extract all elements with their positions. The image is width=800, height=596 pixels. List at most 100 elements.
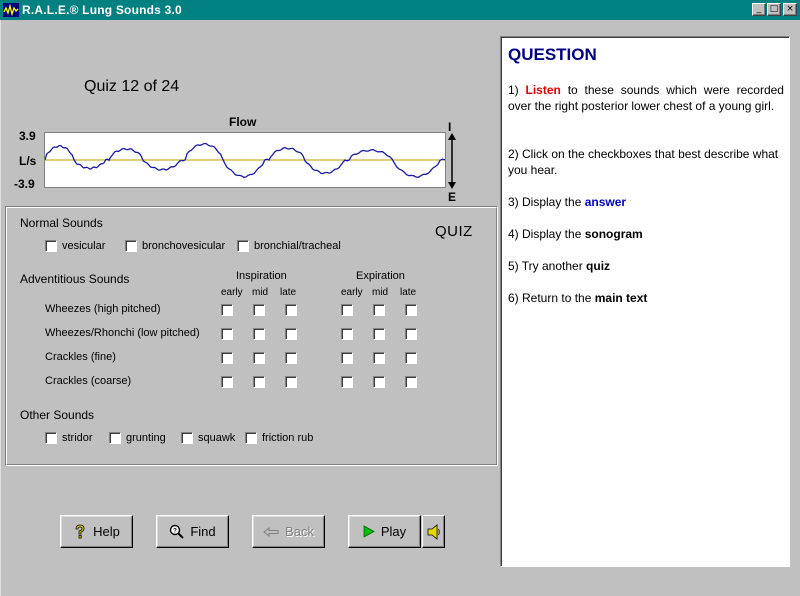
step-text: 4) Display the: [508, 227, 585, 241]
checkbox-wheezes-high-exp-late[interactable]: [405, 304, 417, 316]
svg-text:?: ?: [174, 528, 178, 534]
checkbox-wheezes-high-insp-late[interactable]: [285, 304, 297, 316]
maximize-button[interactable]: □: [767, 3, 781, 16]
checkbox-wheezes-low-exp-early[interactable]: [341, 328, 353, 340]
question-step-4: 4) Display the sonogram: [508, 226, 784, 242]
checkbox-crackles-coarse-exp-early[interactable]: [341, 376, 353, 388]
question-step-6: 6) Return to the main text: [508, 290, 784, 306]
checkbox-wheezes-high-insp-early[interactable]: [221, 304, 233, 316]
row-wheezes-low: Wheezes/Rhonchi (low pitched): [45, 327, 200, 339]
row-crackles-fine: Crackles (fine): [45, 351, 116, 363]
help-button[interactable]: Help: [60, 515, 133, 548]
play-icon: [363, 525, 375, 538]
title-bar: R.A.L.E.® Lung Sounds 3.0 _ □ ×: [0, 0, 800, 20]
checkbox-bronchovesicular[interactable]: [125, 240, 137, 252]
checkbox-vesicular[interactable]: [45, 240, 57, 252]
phase-early: early: [221, 287, 243, 298]
question-title: QUESTION: [508, 45, 597, 64]
back-arrow-icon: [263, 526, 279, 537]
chart-title: Flow: [229, 115, 257, 129]
checkbox-wheezes-low-exp-mid[interactable]: [373, 328, 385, 340]
checkbox-label: bronchial/tracheal: [254, 240, 341, 252]
y-max-label: 3.9: [19, 129, 36, 143]
checkbox-crackles-fine-exp-mid[interactable]: [373, 352, 385, 364]
step-text: 3) Display the: [508, 195, 585, 209]
checkbox-crackles-fine-insp-mid[interactable]: [253, 352, 265, 364]
checkbox-friction-rub[interactable]: [245, 432, 257, 444]
checkbox-crackles-coarse-insp-mid[interactable]: [253, 376, 265, 388]
question-panel: QUESTION 1) Listen to these sounds which…: [500, 36, 790, 567]
window-title: R.A.L.E.® Lung Sounds 3.0: [22, 3, 182, 17]
adventitious-sounds-label: Adventitious Sounds: [20, 272, 130, 286]
checkbox-wheezes-low-exp-late[interactable]: [405, 328, 417, 340]
listen-link[interactable]: Listen: [526, 83, 561, 97]
checkbox-grunting[interactable]: [109, 432, 121, 444]
question-step-1: 1) Listen to these sounds which were rec…: [508, 82, 784, 114]
checkbox-crackles-coarse-insp-late[interactable]: [285, 376, 297, 388]
y-unit-label: L/s: [19, 154, 37, 168]
checkbox-squawk[interactable]: [181, 432, 193, 444]
play-button[interactable]: Play: [348, 515, 421, 548]
checkbox-wheezes-high-exp-mid[interactable]: [373, 304, 385, 316]
phase-early: early: [341, 287, 363, 298]
checkbox-label: stridor: [62, 432, 93, 444]
checkbox-label: grunting: [126, 432, 166, 444]
checkbox-crackles-coarse-exp-mid[interactable]: [373, 376, 385, 388]
checkbox-crackles-coarse-exp-late[interactable]: [405, 376, 417, 388]
question-step-2: 2) Click on the checkboxes that best des…: [508, 147, 779, 177]
checkbox-wheezes-high-exp-early[interactable]: [341, 304, 353, 316]
back-button-label: Back: [285, 524, 314, 539]
other-sounds-label: Other Sounds: [20, 408, 95, 422]
phase-late: late: [400, 287, 417, 298]
lung-wave-app-icon: [3, 3, 19, 17]
main-window: Quiz 12 of 24 Flow 3.9 L/s -3.9 I E QUIZ…: [0, 20, 800, 596]
flow-chart: Flow 3.9 L/s -3.9 I E: [1, 115, 471, 205]
checkbox-crackles-fine-insp-early[interactable]: [221, 352, 233, 364]
flow-waveform: [44, 142, 446, 178]
speaker-icon: [427, 523, 440, 540]
checkbox-wheezes-low-insp-mid[interactable]: [253, 328, 265, 340]
normal-sounds-label: Normal Sounds: [20, 216, 103, 230]
help-button-label: Help: [93, 524, 120, 539]
phase-late: late: [280, 287, 297, 298]
minimize-button[interactable]: _: [752, 3, 766, 16]
question-mark-icon: [73, 524, 87, 540]
checkbox-crackles-fine-insp-late[interactable]: [285, 352, 297, 364]
sonogram-link[interactable]: sonogram: [585, 227, 643, 241]
quiz-heading: QUIZ: [435, 223, 473, 240]
phase-mid: mid: [252, 287, 269, 298]
checkbox-wheezes-low-insp-early[interactable]: [221, 328, 233, 340]
quiz-link[interactable]: quiz: [586, 259, 610, 273]
inspiration-header: Inspiration: [236, 270, 287, 282]
answer-link[interactable]: answer: [585, 195, 626, 209]
find-button[interactable]: ? Find: [156, 515, 229, 548]
play-button-label: Play: [380, 524, 407, 539]
checkbox-bronchial-tracheal[interactable]: [237, 240, 249, 252]
step-text: 5) Try another: [508, 259, 587, 273]
checkbox-crackles-coarse-insp-early[interactable]: [221, 376, 233, 388]
row-wheezes-high: Wheezes (high pitched): [45, 303, 161, 315]
checkbox-crackles-fine-exp-late[interactable]: [405, 352, 417, 364]
main-text-link[interactable]: main text: [595, 291, 648, 305]
question-step-3: 3) Display the answer: [508, 194, 784, 210]
checkbox-label: squawk: [198, 432, 236, 444]
close-button[interactable]: ×: [783, 3, 797, 16]
direction-arrow-icon: [448, 133, 456, 189]
row-crackles-coarse: Crackles (coarse): [45, 375, 132, 387]
expiration-label: E: [448, 190, 457, 204]
quiz-panel: QUIZ Normal Sounds vesicular bronchovesi…: [5, 206, 498, 466]
checkbox-wheezes-low-insp-late[interactable]: [285, 328, 297, 340]
checkbox-stridor[interactable]: [45, 432, 57, 444]
find-button-label: Find: [190, 524, 216, 539]
checkbox-crackles-fine-exp-early[interactable]: [341, 352, 353, 364]
step-text: 1): [508, 83, 526, 97]
volume-button[interactable]: [422, 515, 445, 548]
expiration-header: Expiration: [356, 270, 405, 282]
step-text: 6) Return to the: [508, 291, 595, 305]
checkbox-label: friction rub: [262, 432, 314, 444]
checkbox-wheezes-high-insp-mid[interactable]: [253, 304, 265, 316]
quiz-counter: Quiz 12 of 24: [84, 78, 180, 95]
phase-mid: mid: [372, 287, 389, 298]
checkbox-label: bronchovesicular: [142, 240, 226, 252]
back-button[interactable]: Back: [252, 515, 325, 548]
